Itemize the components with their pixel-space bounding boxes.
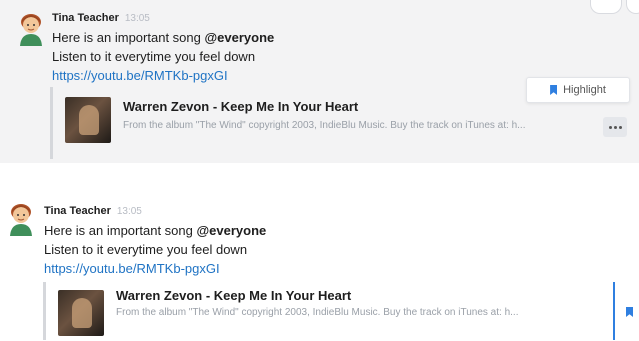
reaction-button[interactable] — [590, 0, 622, 14]
embed-title[interactable]: Warren Zevon - Keep Me In Your Heart — [116, 288, 351, 303]
timestamp: 13:05 — [124, 13, 150, 24]
video-thumbnail[interactable] — [65, 97, 111, 143]
link-embed: Warren Zevon - Keep Me In Your Heart Fro… — [43, 282, 615, 340]
more-options-button[interactable] — [603, 117, 627, 137]
message-line: Here is an important song @everyone — [44, 221, 266, 240]
youtube-link[interactable]: https://youtu.be/RMTKb-pgxGI — [44, 259, 266, 278]
message-menu-button[interactable] — [626, 0, 639, 14]
embed-description: From the album "The Wind" copyright 2003… — [123, 120, 526, 131]
message-hovered[interactable]: Tina Teacher 13:05 Here is an important … — [0, 0, 639, 163]
message-line: Here is an important song @everyone — [52, 28, 274, 47]
author-name[interactable]: Tina Teacher — [44, 205, 111, 217]
mention[interactable]: @everyone — [196, 223, 266, 238]
message-line: Listen to it everytime you feel down — [44, 242, 248, 257]
mention[interactable]: @everyone — [204, 30, 274, 45]
message-text: Here is an important song — [44, 223, 197, 238]
message-line: Listen to it everytime you feel down — [52, 49, 256, 64]
highlight-button[interactable]: Highlight — [526, 77, 630, 103]
highlight-label: Highlight — [563, 84, 606, 96]
message-text: Here is an important song — [52, 30, 205, 45]
message-content: Tina Teacher 13:05 Here is an important … — [44, 205, 266, 278]
bookmark-icon — [550, 85, 558, 95]
embed-description: From the album "The Wind" copyright 2003… — [116, 307, 519, 318]
message-content: Tina Teacher 13:05 Here is an important … — [52, 12, 274, 85]
video-thumbnail[interactable] — [58, 290, 104, 336]
message-meta: Tina Teacher 13:05 — [52, 12, 274, 28]
timestamp: 13:05 — [116, 206, 142, 217]
embed-title[interactable]: Warren Zevon - Keep Me In Your Heart — [123, 99, 358, 114]
avatar[interactable] — [6, 202, 36, 236]
author-name[interactable]: Tina Teacher — [52, 12, 119, 24]
avatar[interactable] — [16, 12, 46, 46]
youtube-link[interactable]: https://youtu.be/RMTKb-pgxGI — [52, 66, 274, 85]
more-options-icon — [608, 125, 622, 129]
message-meta: Tina Teacher 13:05 — [44, 205, 266, 221]
